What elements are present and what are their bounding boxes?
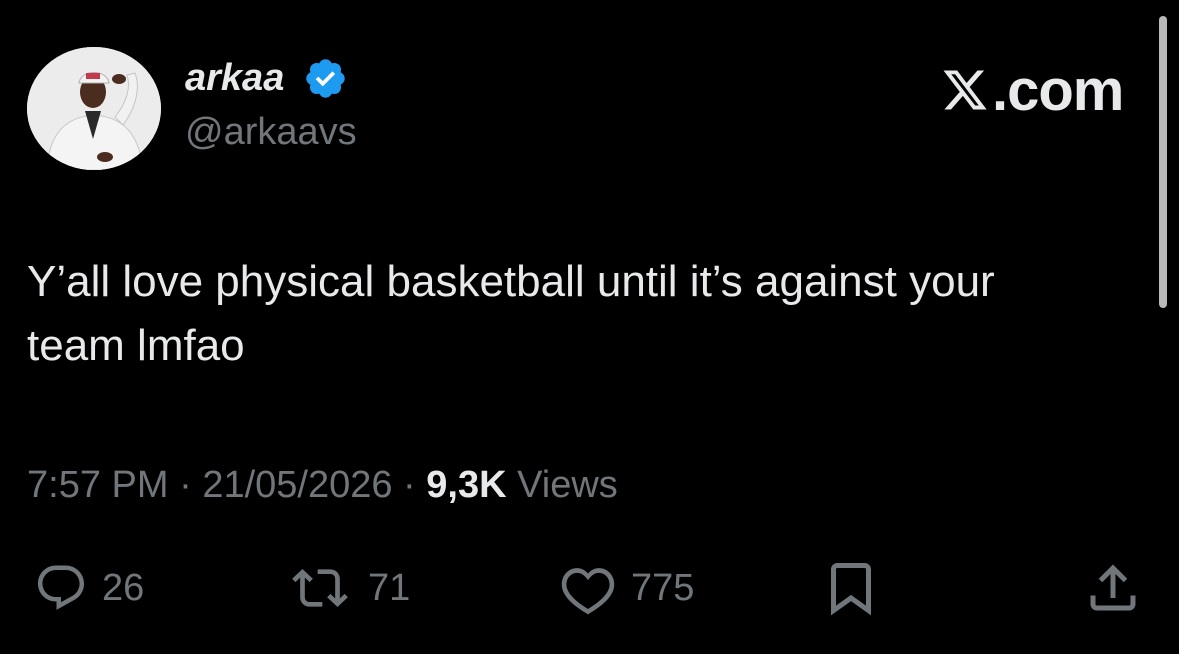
tweet-meta: 7:57 PM · 21/05/2026 · 9,3K Views — [27, 462, 618, 508]
views-label: Views — [506, 464, 618, 506]
bookmark-button[interactable] — [818, 558, 884, 618]
brand-watermark: .com — [940, 58, 1124, 124]
brand-label: .com — [992, 58, 1124, 123]
avatar[interactable] — [27, 47, 161, 170]
scrollbar[interactable] — [1159, 16, 1167, 308]
meta-separator: · — [168, 464, 203, 506]
share-icon — [1090, 564, 1136, 611]
reply-count: 26 — [102, 567, 145, 609]
heart-icon — [561, 568, 615, 615]
meta-separator: · — [392, 464, 427, 506]
action-bar: 26 71 775 — [0, 558, 1179, 618]
x-logo-icon — [943, 70, 987, 110]
repost-button[interactable]: 71 — [282, 558, 410, 618]
tweet-time[interactable]: 7:57 PM — [27, 464, 169, 506]
views-count[interactable]: 9,3K — [426, 464, 506, 506]
like-button[interactable]: 775 — [555, 558, 694, 618]
tweet-date[interactable]: 21/05/2026 — [202, 464, 392, 506]
like-count: 775 — [631, 567, 695, 609]
verified-badge-icon — [306, 59, 345, 98]
reply-icon — [37, 565, 85, 610]
avatar-image — [27, 47, 161, 170]
author-handle[interactable]: @arkaavs — [185, 110, 357, 154]
tweet-text: Y’all love physical basketball until it’… — [27, 257, 995, 370]
share-button[interactable] — [1080, 558, 1146, 618]
repost-icon — [292, 569, 348, 607]
display-name[interactable]: arkaa — [185, 56, 284, 100]
reply-button[interactable]: 26 — [30, 558, 144, 618]
bookmark-icon — [831, 563, 871, 616]
repost-count: 71 — [368, 567, 411, 609]
